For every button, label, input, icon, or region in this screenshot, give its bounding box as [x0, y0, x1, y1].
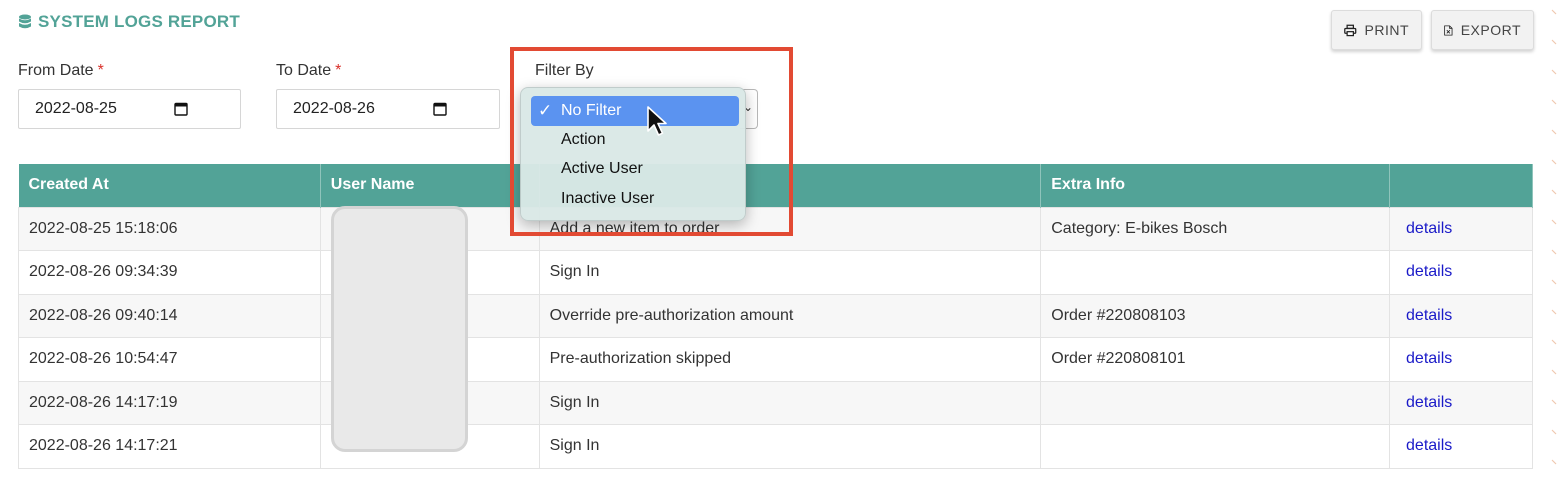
database-icon — [19, 14, 31, 29]
cell-action: Sign In — [538, 380, 1042, 425]
cell-extra-info: Category: E-bikes Bosch — [1040, 206, 1391, 251]
cell-action: Sign In — [538, 424, 1042, 469]
printer-icon — [1344, 24, 1357, 36]
cell-extra-info: Order #220808101 — [1040, 337, 1391, 382]
column-header-extra-info[interactable]: Extra Info — [1040, 164, 1391, 207]
export-button[interactable]: EXPORT — [1431, 10, 1534, 50]
annotation-highlight-box — [510, 47, 793, 236]
to-date-input[interactable]: 2022-08-26 — [276, 89, 500, 129]
cell-details: details — [1389, 293, 1533, 338]
cell-extra-info — [1040, 250, 1391, 295]
table-row: 2022-08-26 10:54:47 Pre-authorization sk… — [18, 337, 1533, 382]
calendar-icon[interactable] — [433, 102, 447, 116]
print-button[interactable]: PRINT — [1331, 10, 1422, 50]
mouse-pointer-icon — [647, 106, 667, 136]
to-date-value: 2022-08-26 — [293, 100, 375, 117]
details-link[interactable]: details — [1406, 263, 1452, 280]
cell-details: details — [1389, 250, 1533, 295]
required-marker: * — [335, 62, 342, 79]
cell-action: Pre-authorization skipped — [538, 337, 1042, 382]
print-button-label: PRINT — [1364, 22, 1409, 38]
from-date-label: From Date * — [18, 62, 104, 80]
required-marker: * — [97, 62, 104, 79]
cell-created-at: 2022-08-26 10:54:47 — [18, 337, 321, 382]
cell-created-at: 2022-08-26 09:34:39 — [18, 250, 321, 295]
cell-extra-info: Order #220808103 — [1040, 293, 1391, 338]
cell-action: Sign In — [538, 250, 1042, 295]
table-row: 2022-08-26 14:17:21 Sign In details — [18, 424, 1533, 469]
cell-details: details — [1389, 380, 1533, 425]
column-header-actions — [1389, 164, 1533, 207]
to-date-label: To Date * — [276, 62, 341, 80]
page-edge-decoration — [1551, 9, 1557, 465]
cell-extra-info — [1040, 424, 1391, 469]
details-link[interactable]: details — [1406, 350, 1452, 367]
table-row: 2022-08-26 14:17:19 Sign In details — [18, 380, 1533, 425]
details-link[interactable]: details — [1406, 394, 1452, 411]
table-row: 2022-08-26 09:34:39 Sign In details — [18, 250, 1533, 295]
cell-extra-info — [1040, 380, 1391, 425]
column-header-created-at[interactable]: Created At — [18, 164, 321, 207]
from-date-input[interactable]: 2022-08-25 — [18, 89, 241, 129]
column-header-user-name[interactable]: User Name — [320, 164, 540, 207]
page-title: SYSTEM LOGS REPORT — [18, 12, 240, 32]
cell-created-at: 2022-08-26 14:17:21 — [18, 424, 321, 469]
details-link[interactable]: details — [1406, 220, 1452, 237]
export-button-label: EXPORT — [1460, 22, 1521, 38]
cell-created-at: 2022-08-25 15:18:06 — [18, 206, 321, 251]
cell-action: Override pre-authorization amount — [538, 293, 1042, 338]
page-title-text: SYSTEM LOGS REPORT — [38, 12, 240, 31]
cell-details: details — [1389, 424, 1533, 469]
cell-details: details — [1389, 337, 1533, 382]
table-row: 2022-08-26 09:40:14 Override pre-authori… — [18, 293, 1533, 338]
details-link[interactable]: details — [1406, 437, 1452, 454]
from-date-value: 2022-08-25 — [35, 100, 117, 117]
redacted-user-names — [331, 206, 468, 452]
details-link[interactable]: details — [1406, 307, 1452, 324]
from-date-label-text: From Date — [18, 62, 94, 79]
to-date-label-text: To Date — [276, 62, 332, 79]
cell-created-at: 2022-08-26 14:17:19 — [18, 380, 321, 425]
excel-file-icon — [1444, 24, 1453, 36]
cell-details: details — [1389, 206, 1533, 251]
cell-created-at: 2022-08-26 09:40:14 — [18, 293, 321, 338]
calendar-icon[interactable] — [174, 102, 188, 116]
